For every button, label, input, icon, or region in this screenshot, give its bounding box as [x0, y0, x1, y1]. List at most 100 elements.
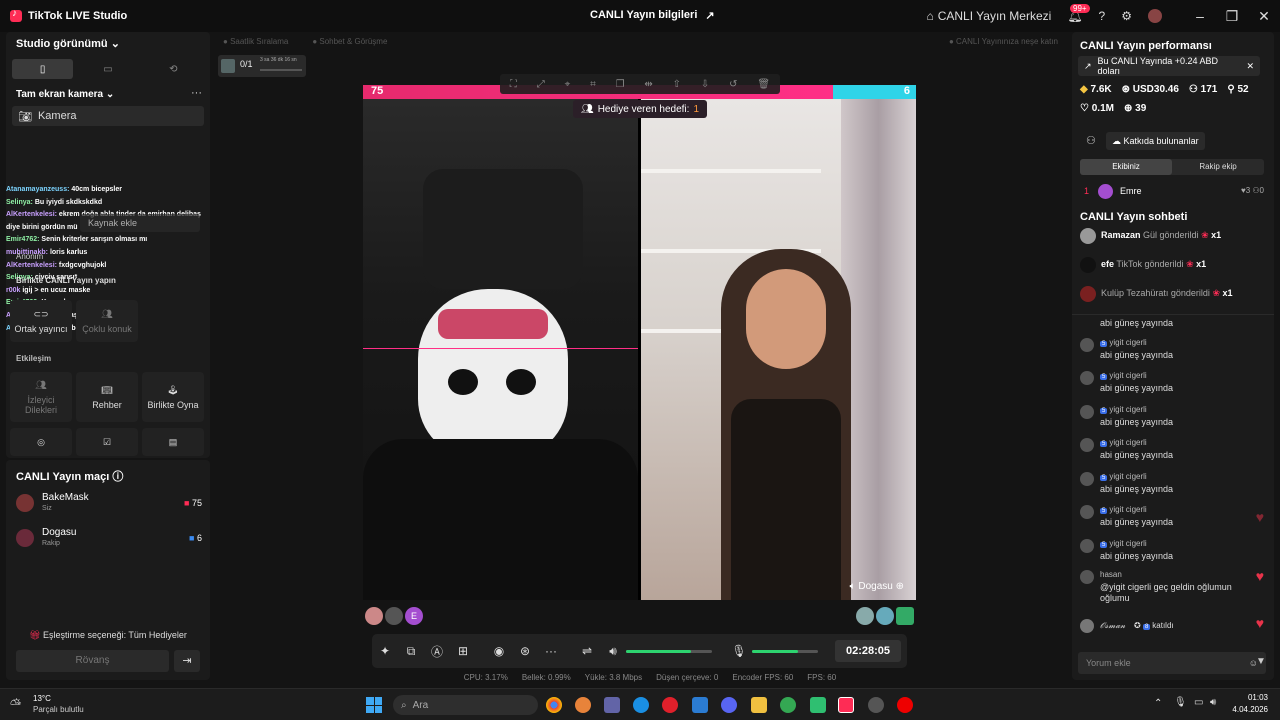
rotate-option[interactable]: ⟲ [143, 59, 204, 79]
speaker-icon[interactable]: 🔊︎ [600, 644, 626, 659]
avatar[interactable] [1140, 9, 1170, 23]
app-icon[interactable] [810, 697, 826, 713]
avatar[interactable] [385, 607, 403, 625]
add-media-icon[interactable]: ⊞ [450, 644, 476, 658]
maximize-button[interactable]: ❐ [1216, 8, 1248, 25]
mic-slider[interactable] [752, 649, 818, 653]
magic-icon[interactable]: ✦ [372, 644, 398, 658]
flip-icon[interactable]: ⇹ [644, 79, 652, 90]
camera-source[interactable]: 📷︎ Kamera [12, 106, 204, 126]
contributor-gifts: 0 [1259, 186, 1264, 195]
book-icon: 📖︎ [101, 384, 113, 395]
volume-slider[interactable] [626, 649, 712, 653]
close-button[interactable]: ✕ [1248, 8, 1280, 25]
youtube-icon[interactable] [897, 697, 913, 713]
expand-icon[interactable]: ⛶ [510, 79, 517, 90]
shares-stat: ⊕ 39 [1124, 103, 1146, 114]
chat-talk[interactable]: ● Sohbet & Görüşme [312, 37, 387, 46]
live-info-button[interactable]: CANLI Yayın bilgileri ↗ [590, 9, 715, 22]
add-source-button[interactable]: Kaynak ekle [80, 214, 200, 232]
send-icon[interactable]: ▼ [1256, 656, 1266, 667]
tool-button-c[interactable]: ▤ [142, 428, 204, 456]
mic-icon[interactable]: 🎙︎ [726, 644, 752, 658]
tab-your-team[interactable]: Ekibiniz [1080, 159, 1172, 175]
network-icon[interactable]: ▭ [1194, 697, 1203, 708]
chrome-profile-icon[interactable] [780, 697, 796, 713]
avatar[interactable] [896, 607, 914, 625]
studio-view-dropdown[interactable]: Studio görünümü ⌄ [16, 37, 120, 50]
capture-icon[interactable]: ⊛ [512, 644, 538, 658]
help-button[interactable]: ? [1091, 9, 1114, 23]
app-icon[interactable] [575, 697, 591, 713]
hourly-rank[interactable]: ● Saatlik Sıralama [223, 37, 288, 46]
avatar[interactable]: E [405, 607, 423, 625]
play-together-button[interactable]: 🕹︎ Birlikte Oyna [142, 372, 204, 422]
more-icon[interactable]: ··· [538, 644, 564, 658]
crop-icon[interactable]: ⌗ [590, 79, 596, 90]
tab-rival-team[interactable]: Rakip ekip [1172, 159, 1264, 175]
live-center-button[interactable]: ⌂ CANLI Yayın Merkezi [918, 9, 1059, 23]
portrait-option[interactable]: ▯ [12, 59, 74, 79]
avatar[interactable] [365, 607, 383, 625]
up-layer-icon[interactable]: ⇧ [673, 79, 681, 90]
outlook-icon[interactable] [692, 697, 708, 713]
tool-button-b[interactable]: ☑ [76, 428, 138, 456]
exit-match-button[interactable]: ⇥ [174, 650, 200, 672]
cohost-button[interactable]: ⊂⊃ Ortak yayıncı [10, 300, 72, 342]
chrome-icon[interactable] [546, 697, 562, 713]
clock-date[interactable]: 4.04.2026 [1222, 705, 1268, 714]
chat-text: fxdgcvghujokl [58, 261, 107, 269]
tray-chevron-icon[interactable]: ⌃ [1154, 698, 1162, 709]
avatar[interactable] [876, 607, 894, 625]
avatar[interactable] [856, 607, 874, 625]
down-layer-icon[interactable]: ⇩ [701, 79, 709, 90]
discord-icon[interactable] [721, 697, 737, 713]
weather-icon: ⛅︎ [10, 696, 22, 712]
center-icon[interactable]: ⌖ [565, 79, 571, 90]
memory-stat: Bellek: 0.99% [521, 673, 571, 682]
avatar [1080, 405, 1094, 419]
fit-icon[interactable]: ⤢ [537, 79, 545, 90]
guide-button[interactable]: 📖︎ Rehber [76, 372, 138, 422]
opera-icon[interactable] [662, 697, 678, 713]
live-preview[interactable]: 75 6 🔈︎ Dogasu ⊕ 👥︎ Hediye veren hedefi: 1 [363, 85, 916, 600]
opponent-tag[interactable]: 🔈︎ Dogasu ⊕ [850, 581, 904, 592]
close-icon[interactable]: ✕ [1246, 61, 1254, 72]
taskbar-search[interactable]: ⌕ Ara [393, 695, 538, 715]
left-panel: Studio görünümü ⌄ ▯ ▭ ⟲ Tam ekran kamera… [6, 32, 210, 458]
viewer-requests-button[interactable]: 👥︎ İzleyici Dilekleri [10, 372, 72, 422]
rematch-button[interactable]: Rövanş [16, 650, 169, 672]
rotate-icon[interactable]: ↺ [729, 79, 737, 90]
edge-icon[interactable] [633, 697, 649, 713]
landscape-option[interactable]: ▭ [77, 59, 138, 79]
settings-button[interactable]: ⚙ [1113, 9, 1140, 23]
copy-icon[interactable]: ❐ [616, 79, 625, 90]
heart-icon: ♥ [1255, 568, 1264, 584]
clock-time[interactable]: 01:03 [1234, 693, 1268, 702]
tool-button-a[interactable]: ◎ [10, 428, 72, 456]
volume-icon[interactable]: 🔊︎ [1210, 697, 1216, 708]
diamonds-stat: ◆ 7.6K [1080, 84, 1112, 95]
more-icon[interactable]: ··· [191, 87, 202, 99]
goal-card[interactable]: 0/1 3 sa 36 dk 16 sn [218, 55, 306, 77]
scene-dropdown[interactable]: Tam ekran kamera ⌄ [16, 89, 114, 100]
app-icon[interactable] [868, 697, 884, 713]
mic-icon[interactable]: 🎙︎ [1174, 697, 1187, 708]
teams-icon[interactable] [604, 697, 620, 713]
record-icon[interactable]: ◉ [486, 644, 512, 658]
multi-guest-button[interactable]: 👥︎ Çoklu konuk [76, 300, 138, 342]
viewers-value: 171 [1200, 84, 1218, 95]
minimize-button[interactable]: – [1184, 8, 1216, 24]
effects-icon[interactable]: ⧉ [398, 644, 424, 659]
comment-input[interactable]: Yorum ekle ☺ [1078, 652, 1266, 674]
tiktok-live-icon[interactable] [838, 697, 854, 713]
trash-icon[interactable]: 🗑︎ [757, 79, 770, 90]
pairing-option[interactable]: 🎁︎ Eşleştirme seçeneği: Tüm Hediyeler [6, 630, 210, 641]
gift-action: Kulüp Tezahüratı gönderildi [1101, 288, 1210, 298]
hint-text: ● CANLI Yayınınıza neşe katın [948, 36, 1058, 46]
folder-icon[interactable] [751, 697, 767, 713]
windows-start-icon[interactable] [366, 697, 382, 713]
mixer-icon[interactable]: ⇌ [574, 644, 600, 658]
contributors-button[interactable]: ☁ Katkıda bulunanlar [1106, 132, 1205, 150]
ai-icon[interactable]: Ⓐ [424, 643, 450, 660]
